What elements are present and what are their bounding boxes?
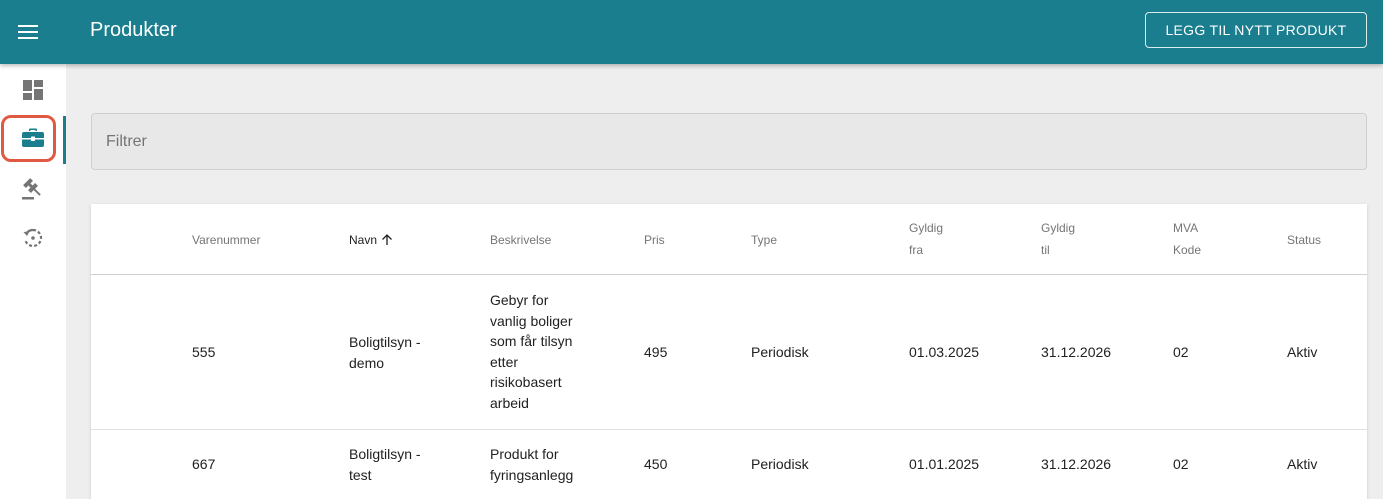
sidebar-item-products[interactable] — [0, 114, 66, 164]
col-header-mva-kode[interactable]: MVA Kode — [1173, 217, 1201, 261]
briefcase-icon — [22, 128, 44, 147]
table-header: Varenummer Navn Beskrivelse Pris Type Gy… — [91, 204, 1367, 275]
cell-beskrivelse-line: arbeid — [490, 394, 529, 411]
cell-mva-kode: 02 — [1173, 456, 1189, 472]
menu-icon — [18, 25, 38, 39]
cell-beskrivelse-line: etter — [490, 353, 519, 370]
page-title: Produkter — [90, 19, 177, 41]
cell-status: Aktiv — [1287, 344, 1318, 360]
cell-navn: Boligtilsyn - test — [349, 444, 421, 485]
cell-beskrivelse-line: fyringsanlegg — [490, 466, 574, 483]
cell-navn: Boligtilsyn - demo — [349, 332, 421, 373]
cell-type: Periodisk — [751, 344, 809, 360]
col-header-type[interactable]: Type — [751, 229, 777, 251]
col-header-status[interactable]: Status — [1287, 229, 1321, 251]
cell-beskrivelse-line: Gebyr for — [490, 292, 549, 308]
col-header-gyldig-fra-line1: Gyldig — [909, 221, 944, 235]
table-row[interactable]: 667 Boligtilsyn - test Produkt for fyrin… — [91, 430, 1367, 499]
sidebar-item-dashboard[interactable] — [0, 66, 66, 114]
cell-navn-line: Boligtilsyn - — [349, 334, 421, 350]
gavel-icon — [22, 178, 41, 200]
col-header-gyldig-fra[interactable]: Gyldig fra — [909, 217, 943, 261]
cell-type: Periodisk — [751, 456, 809, 472]
cell-beskrivelse-line: risikobasert — [490, 374, 562, 391]
products-table: Varenummer Navn Beskrivelse Pris Type Gy… — [91, 204, 1367, 499]
col-header-beskrivelse[interactable]: Beskrivelse — [490, 229, 551, 251]
col-header-varenummer[interactable]: Varenummer — [192, 229, 260, 251]
cell-beskrivelse: Produkt for fyringsanlegg — [490, 444, 573, 485]
add-product-button[interactable]: LEGG TIL NYTT PRODUKT — [1145, 12, 1367, 48]
arrow-up-icon — [382, 234, 392, 245]
history-icon — [23, 228, 43, 248]
cell-varenummer: 555 — [192, 344, 216, 360]
cell-beskrivelse: Gebyr for vanlig boliger som får tilsyn … — [490, 290, 573, 414]
col-header-mva-line1: MVA — [1173, 221, 1199, 235]
cell-pris: 450 — [644, 456, 668, 472]
col-header-navn[interactable]: Navn — [349, 229, 393, 251]
cell-beskrivelse-line: som får tilsyn — [490, 333, 573, 350]
filter-field[interactable] — [91, 113, 1367, 170]
sidebar-item-history[interactable] — [0, 214, 66, 262]
app-bar: Produkter LEGG TIL NYTT PRODUKT — [0, 0, 1383, 64]
col-header-pris[interactable]: Pris — [644, 229, 665, 251]
cell-navn-line: test — [349, 466, 372, 483]
table-row[interactable]: 555 Boligtilsyn - demo Gebyr for vanlig … — [91, 275, 1367, 430]
cell-status: Aktiv — [1287, 456, 1318, 472]
cell-mva-kode: 02 — [1173, 344, 1189, 360]
cell-gyldig-til: 31.12.2026 — [1041, 456, 1112, 472]
filter-input[interactable] — [106, 132, 1352, 151]
cell-beskrivelse-line: vanlig boliger — [490, 312, 573, 329]
cell-varenummer: 667 — [192, 456, 216, 472]
sidebar — [0, 64, 66, 499]
col-header-gyldig-til[interactable]: Gyldig til — [1041, 217, 1075, 261]
col-header-gyldig-til-line2: til — [1041, 243, 1050, 257]
col-header-mva-line2: Kode — [1173, 243, 1202, 257]
col-header-navn-label: Navn — [349, 233, 378, 247]
cell-gyldig-fra: 01.01.2025 — [909, 456, 980, 472]
cell-beskrivelse-line: Produkt for — [490, 446, 559, 462]
sidebar-item-legal[interactable] — [0, 164, 66, 212]
dashboard-icon — [23, 80, 43, 100]
menu-button[interactable] — [10, 14, 46, 50]
cell-pris: 495 — [644, 344, 668, 360]
cell-gyldig-fra: 01.03.2025 — [909, 344, 980, 360]
cell-gyldig-til: 31.12.2026 — [1041, 344, 1112, 360]
cell-navn-line: Boligtilsyn - — [349, 446, 421, 462]
cell-navn-line: demo — [349, 354, 385, 371]
col-header-gyldig-til-line1: Gyldig — [1041, 221, 1076, 235]
col-header-gyldig-fra-line2: fra — [909, 243, 924, 257]
